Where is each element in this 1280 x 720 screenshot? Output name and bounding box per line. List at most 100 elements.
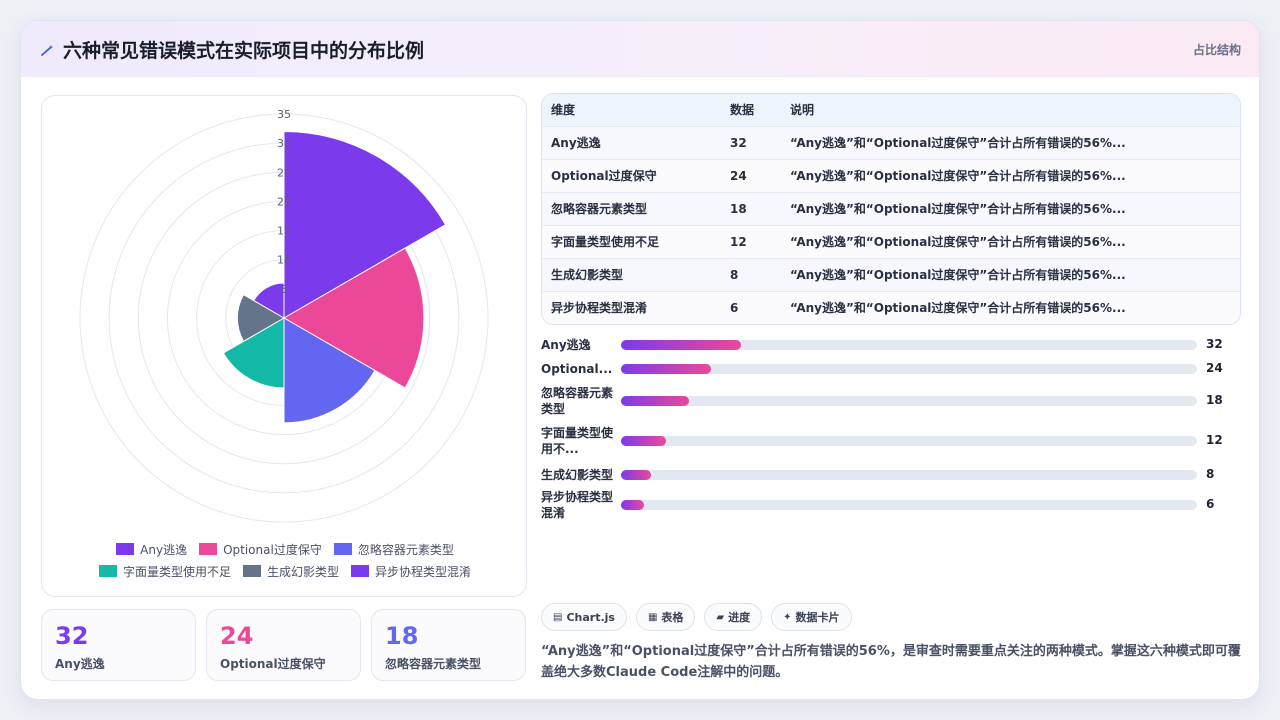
table-header-row: 维度 数据 说明 xyxy=(542,94,1240,127)
progress-label: 忽略容器元素 类型 xyxy=(541,386,614,416)
progress-label: Optional... xyxy=(541,362,613,376)
table-cell: “Any逃逸”和“Optional过度保守”合计占所有错误的56%... xyxy=(790,202,1126,216)
progress-value: 8 xyxy=(1206,467,1215,481)
header-bar: 六种常见错误模式在实际项目中的分布比例 占比结构 xyxy=(21,21,1259,77)
progress-track xyxy=(621,436,1197,446)
chip-data-cards[interactable]: ✦ 数据卡片 xyxy=(771,603,852,631)
table-row: 异步协程类型混淆 6 “Any逃逸”和“Optional过度保守”合计占所有错误… xyxy=(542,292,1240,324)
table-cell: “Any逃逸”和“Optional过度保守”合计占所有错误的56%... xyxy=(790,235,1126,249)
legend-item[interactable]: 忽略容器元素类型 xyxy=(333,541,454,558)
legend-label: 忽略容器元素类型 xyxy=(357,542,454,557)
stat-label: 忽略容器元素类型 xyxy=(385,657,482,671)
progress-track xyxy=(621,500,1197,510)
table-icon: ▦ xyxy=(647,611,658,623)
table-row: Optional过度保守 24 “Any逃逸”和“Optional过度保守”合计… xyxy=(542,160,1240,193)
legend-item[interactable]: 字面量类型使用不足 xyxy=(98,563,231,580)
radial-tick-label: 30 xyxy=(277,137,291,150)
stat-card-optional: 24 Optional过度保守 xyxy=(206,609,361,681)
legend-item[interactable]: Optional过度保守 xyxy=(199,541,322,558)
table-cell: “Any逃逸”和“Optional过度保守”合计占所有错误的56%... xyxy=(790,169,1126,183)
table-cell: 18 xyxy=(730,202,747,216)
legend-item[interactable]: 生成幻影类型 xyxy=(242,563,339,580)
view-chips: ▤ Chart.js ▦ 表格 ▰ 进度 ✦ 数据卡片 xyxy=(541,603,852,631)
radial-tick-label: 20 xyxy=(277,195,291,208)
radial-tick-label: 25 xyxy=(277,166,291,179)
table-row: Any逃逸 32 “Any逃逸”和“Optional过度保守”合计占所有错误的5… xyxy=(542,127,1240,160)
table-row: 生成幻影类型 8 “Any逃逸”和“Optional过度保守”合计占所有错误的5… xyxy=(542,259,1240,292)
progress-fill xyxy=(621,364,712,374)
radial-tick-label: 15 xyxy=(277,225,291,238)
table-cell: 异步协程类型混淆 xyxy=(551,301,648,315)
table-cell: 生成幻影类型 xyxy=(551,268,624,282)
radial-tick-label: 35 xyxy=(277,108,291,121)
stat-card-container: 18 忽略容器元素类型 xyxy=(371,609,526,681)
chip-table[interactable]: ▦ 表格 xyxy=(635,603,696,631)
progress-label: 字面量类型使 用不... xyxy=(541,426,614,456)
table-header-cell: 维度 xyxy=(551,103,576,117)
chart-icon: ▤ xyxy=(553,611,563,623)
progress-fill xyxy=(621,340,742,350)
polar-chart-panel: 5 10 15 20 25 30 35 Any逃逸 Optional过度保守 忽略容器元素类型 … xyxy=(41,95,527,597)
progress-label: 生成幻影类型 xyxy=(541,468,614,482)
table-cell: “Any逃逸”和“Optional过度保守”合计占所有错误的56%... xyxy=(790,136,1126,150)
progress-icon: ▰ xyxy=(716,611,725,623)
stat-label: Optional过度保守 xyxy=(220,657,326,671)
table-cell: Any逃逸 xyxy=(551,136,601,150)
table-row: 忽略容器元素类型 18 “Any逃逸”和“Optional过度保守”合计占所有错… xyxy=(542,193,1240,226)
table-cell: 8 xyxy=(730,268,739,282)
legend-swatch xyxy=(351,565,369,577)
table-cell: 24 xyxy=(730,169,747,183)
legend-label: 字面量类型使用不足 xyxy=(122,564,231,579)
progress-track xyxy=(621,396,1197,406)
chip-chartjs[interactable]: ▤ Chart.js xyxy=(541,603,627,631)
legend-item[interactable]: 异步协程类型混淆 xyxy=(351,563,471,580)
progress-label: Any逃逸 xyxy=(541,338,591,352)
page-title: 六种常见错误模式在实际项目中的分布比例 xyxy=(63,40,425,62)
table-cell: “Any逃逸”和“Optional过度保守”合计占所有错误的56%... xyxy=(790,268,1126,282)
table-row: 字面量类型使用不足 12 “Any逃逸”和“Optional过度保守”合计占所有… xyxy=(542,226,1240,259)
legend-label: Optional过度保守 xyxy=(223,542,322,557)
radial-tick-label: 5 xyxy=(281,283,288,296)
stat-value: 24 xyxy=(220,622,254,650)
progress-value: 32 xyxy=(1206,337,1223,351)
progress-fill xyxy=(621,396,689,406)
progress-track xyxy=(621,364,1197,374)
legend-swatch xyxy=(116,543,135,555)
stat-card-any: 32 Any逃逸 xyxy=(41,609,196,681)
table-cell: Optional过度保守 xyxy=(551,169,657,183)
wand-icon xyxy=(41,45,54,56)
legend-label: 生成幻影类型 xyxy=(266,564,339,579)
legend-label: 异步协程类型混淆 xyxy=(375,564,472,579)
stat-value: 32 xyxy=(55,622,89,650)
progress-label: 异步协程类型 混淆 xyxy=(541,490,614,520)
legend-item[interactable]: Any逃逸 xyxy=(116,541,187,558)
progress-track xyxy=(621,340,1197,350)
table-cell: 忽略容器元素类型 xyxy=(551,202,648,216)
polar-area-chart: 5 10 15 20 25 30 35 xyxy=(79,108,489,523)
stat-value: 18 xyxy=(385,622,419,650)
progress-fill xyxy=(621,470,652,480)
legend-swatch xyxy=(199,543,218,555)
main-card: 六种常见错误模式在实际项目中的分布比例 占比结构 5 10 15 20 25 30 35 A… xyxy=(20,20,1260,700)
sparkle-icon: ✦ xyxy=(783,611,792,623)
chip-progress[interactable]: ▰ 进度 xyxy=(704,603,763,631)
progress-value: 6 xyxy=(1206,497,1215,511)
legend-swatch xyxy=(333,543,352,555)
summary-note: “Any逃逸”和“Optional过度保守”合计占所有错误的56%，是审查时需要… xyxy=(541,644,1241,680)
radial-tick-label: 10 xyxy=(277,254,291,267)
stat-label: Any逃逸 xyxy=(55,657,105,671)
progress-value: 24 xyxy=(1206,361,1223,375)
table-cell: 12 xyxy=(730,235,747,249)
chart-legend: Any逃逸 Optional过度保守 忽略容器元素类型 字面量类型使用不足 生成幻影类… xyxy=(42,538,528,582)
progress-track xyxy=(621,470,1197,480)
progress-value: 12 xyxy=(1206,433,1223,447)
table-cell: “Any逃逸”和“Optional过度保守”合计占所有错误的56%... xyxy=(790,301,1126,315)
progress-fill xyxy=(621,436,667,446)
table-cell: 6 xyxy=(730,301,739,315)
data-table: 维度 数据 说明 Any逃逸 32 “Any逃逸”和“Optional过度保守”… xyxy=(541,93,1241,325)
table-cell: 32 xyxy=(730,136,747,150)
table-cell: 字面量类型使用不足 xyxy=(551,235,660,249)
progress-value: 18 xyxy=(1206,393,1223,407)
legend-label: Any逃逸 xyxy=(140,542,188,557)
progress-fill xyxy=(621,500,644,510)
